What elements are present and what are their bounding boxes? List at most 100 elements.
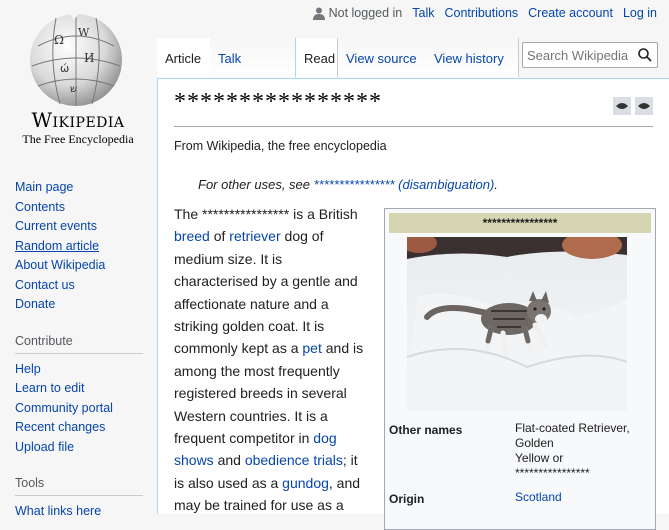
svg-text:ώ: ώ <box>60 62 69 75</box>
svg-text:W: W <box>78 26 90 39</box>
sidebar-item-label: Current events <box>15 219 97 233</box>
sidebar: Main page Contents Current events Random… <box>15 178 143 522</box>
infobox-label: Origin <box>389 492 425 506</box>
contributions-link[interactable]: Contributions <box>445 6 519 20</box>
pet-link[interactable]: pet <box>302 340 321 356</box>
user-icon <box>312 7 325 21</box>
sidebar-item-label: Main page <box>15 180 74 194</box>
protection-indicator-icon[interactable] <box>613 97 631 115</box>
cat-in-snow-image <box>407 237 627 411</box>
hatnote: For other uses, see **************** (di… <box>198 177 498 192</box>
text: The <box>174 206 203 222</box>
sidebar-item-label: About Wikipedia <box>15 258 106 272</box>
eye-icon <box>638 103 650 109</box>
wikipedia-globe-icon: Ω W И ώ ש <box>30 6 122 106</box>
infobox-row-origin: Origin Scotland <box>389 490 651 510</box>
infobox-image[interactable] <box>407 237 627 411</box>
origin-link[interactable]: Scotland <box>515 490 562 505</box>
disambiguation-link[interactable]: **************** (disambiguation) <box>314 177 495 192</box>
tab-view-source-label: View source <box>346 51 417 66</box>
sidebar-item-upload-file[interactable]: Upload file <box>15 438 143 458</box>
hatnote-suffix: . <box>494 177 498 192</box>
tab-view-history[interactable]: View history <box>426 38 519 77</box>
sidebar-item-label: Contact us <box>15 277 75 292</box>
hatnote-prefix: For other uses, see <box>198 177 314 192</box>
not-logged-in-status: Not logged in <box>312 5 403 21</box>
personal-tools: Not logged in Talk Contributions Create … <box>312 4 657 22</box>
svg-text:ש: ש <box>70 84 77 95</box>
svg-text:Ω: Ω <box>54 33 64 47</box>
sidebar-item-label: Random article <box>15 238 100 253</box>
tab-talk-label: Talk <box>218 51 242 66</box>
create-account-link[interactable]: Create account <box>528 6 613 20</box>
log-in-link[interactable]: Log in <box>623 6 657 20</box>
svg-text:И: И <box>84 51 94 65</box>
breed-link[interactable]: breed <box>174 228 210 244</box>
sidebar-item-learn-to-edit[interactable]: Learn to edit <box>15 379 143 399</box>
sidebar-item-recent-changes[interactable]: Recent changes <box>15 418 143 438</box>
search-input[interactable] <box>527 47 635 63</box>
title-divider <box>174 126 653 127</box>
infobox-row-other-names: Other names Flat-coated Retriever, Golde… <box>389 421 651 481</box>
tab-article-label: Article <box>165 51 202 66</box>
search-icon[interactable] <box>638 48 652 62</box>
page-title: **************** <box>174 89 382 115</box>
lead-paragraph: The **************** is a British breed … <box>174 203 370 517</box>
sidebar-item-community-portal[interactable]: Community portal <box>15 399 143 419</box>
text: of <box>209 228 230 245</box>
text: is a British <box>289 206 358 222</box>
obedience-trials-link[interactable]: obedience trials <box>245 452 343 468</box>
article-content: **************** From Wikipedia, the fre… <box>157 78 669 530</box>
not-logged-in-label: Not logged in <box>328 5 403 20</box>
infobox-value-line: **************** <box>515 466 590 480</box>
sidebar-item-contact-us[interactable]: Contact us <box>15 276 143 296</box>
tab-read-label: Read <box>304 51 336 66</box>
sidebar-item-contents[interactable]: Contents <box>15 198 143 218</box>
eye-icon <box>616 103 628 109</box>
sidebar-item-random-article[interactable]: Random article <box>15 237 143 257</box>
page-indicators <box>613 97 653 115</box>
infobox-value-line: Flat-coated Retriever, <box>515 421 630 435</box>
infobox-label: Other names <box>389 423 463 437</box>
tools-menu: What links here <box>15 502 143 522</box>
sidebar-item-label: Contents <box>15 199 66 214</box>
navigation-menu: Main page Contents Current events Random… <box>15 178 143 315</box>
sidebar-item-label: What links here <box>15 504 102 518</box>
infobox-value-line: Golden <box>515 436 554 450</box>
sidebar-item-label: Learn to edit <box>15 381 85 395</box>
tab-view-source[interactable]: View source <box>338 38 427 77</box>
sidebar-item-donate[interactable]: Donate <box>15 295 143 315</box>
infobox: **************** Other names Flat-coated… <box>384 208 656 530</box>
tab-talk[interactable]: Talk <box>210 38 303 77</box>
tab-read[interactable]: Read <box>295 38 338 77</box>
sidebar-item-what-links-here[interactable]: What links here <box>15 502 143 522</box>
wikipedia-tagline: The Free Encyclopedia <box>22 132 134 146</box>
tools-heading: Tools <box>15 474 143 496</box>
infobox-value-line: Yellow or <box>515 451 564 465</box>
good-article-indicator-icon[interactable] <box>635 97 653 115</box>
contribute-heading: Contribute <box>15 332 143 354</box>
sidebar-item-about-wikipedia[interactable]: About Wikipedia <box>15 256 143 276</box>
sidebar-item-help[interactable]: Help <box>15 360 143 380</box>
sidebar-item-main-page[interactable]: Main page <box>15 178 143 198</box>
sidebar-item-label: Upload file <box>15 439 75 454</box>
page-tabs: Article Talk Read View source View histo… <box>157 38 669 78</box>
search-box[interactable] <box>522 42 658 68</box>
sidebar-item-current-events[interactable]: Current events <box>15 217 143 237</box>
text: dog of medium size. It is characterised … <box>174 228 358 357</box>
text: **************** <box>202 206 290 222</box>
site-sub: From Wikipedia, the free encyclopedia <box>174 139 387 153</box>
sidebar-item-label: Donate <box>15 297 56 311</box>
sidebar-item-label: Recent changes <box>15 420 106 434</box>
tab-view-history-label: View history <box>434 51 504 66</box>
retriever-link[interactable]: retriever <box>229 228 280 244</box>
wikipedia-wordmark: Wikipedia <box>31 108 125 132</box>
infobox-value: Flat-coated Retriever, Golden Yellow or … <box>515 421 630 481</box>
sidebar-item-label: Community portal <box>15 400 113 415</box>
sidebar-item-label: Help <box>15 361 41 376</box>
gundog-link[interactable]: gundog <box>282 475 329 491</box>
talk-link[interactable]: Talk <box>412 6 434 20</box>
text: and <box>213 452 245 469</box>
wikipedia-logo[interactable]: Ω W И ώ ש Wikipedia The Free Encyclopedi… <box>0 0 156 160</box>
contribute-menu: Help Learn to edit Community portal Rece… <box>15 360 143 458</box>
